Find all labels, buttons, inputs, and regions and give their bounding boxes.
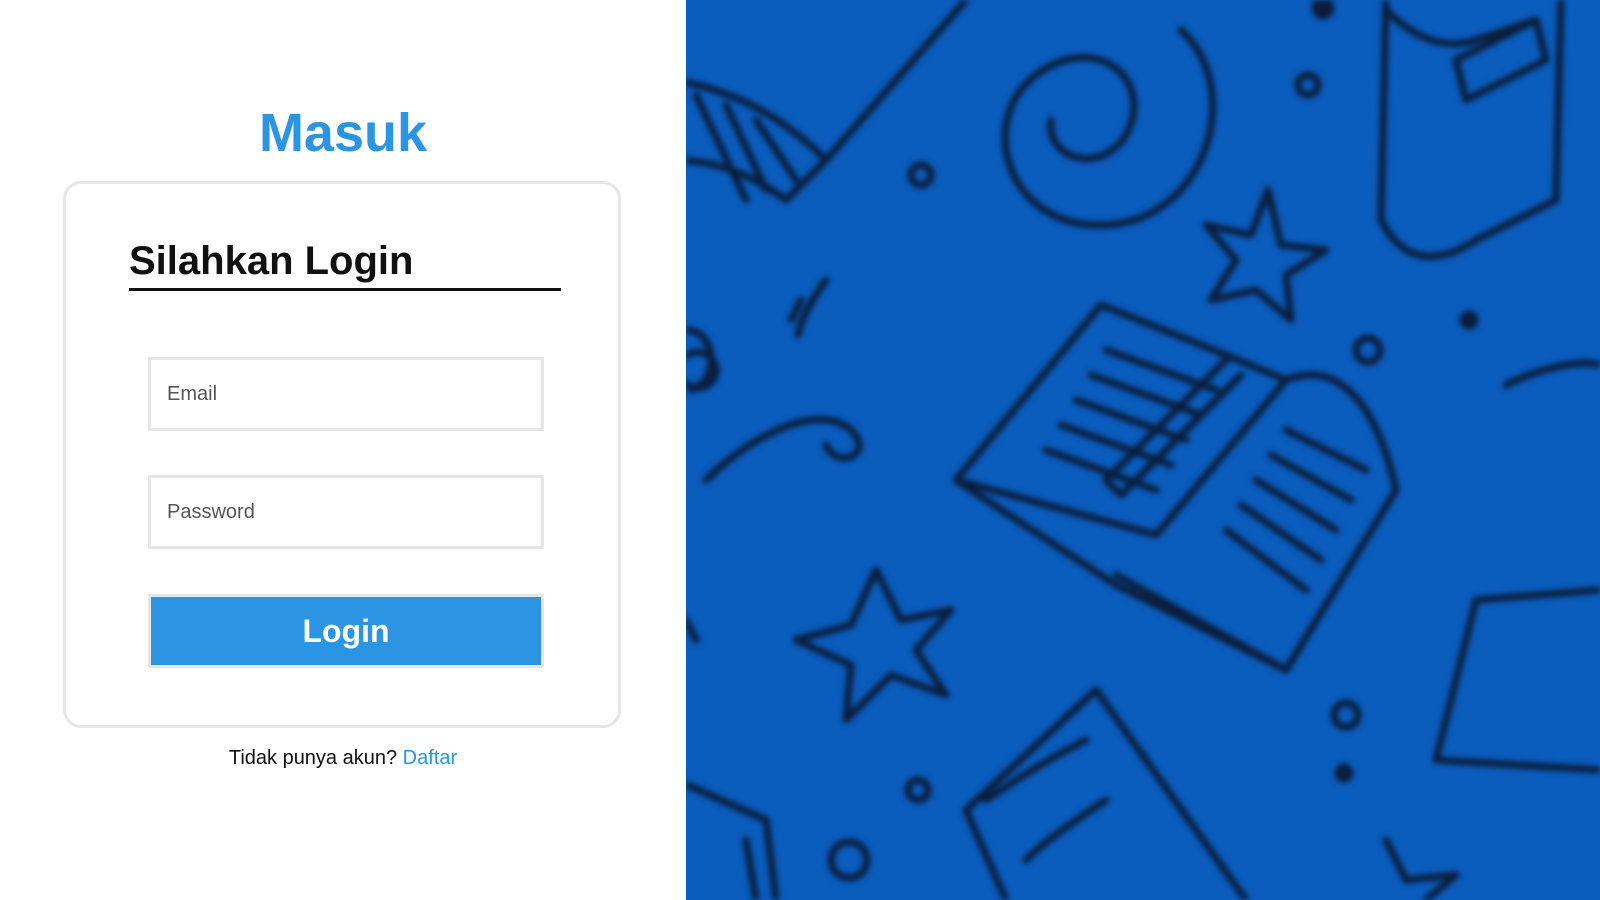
login-panel: Masuk Silahkan Login Login Tidak punya a… bbox=[0, 0, 686, 900]
page-title: Masuk bbox=[258, 103, 428, 163]
open-book-icon bbox=[686, 0, 970, 204]
background-illustration bbox=[686, 0, 1600, 900]
star-icon bbox=[792, 186, 1460, 900]
closed-book-icon bbox=[686, 780, 780, 900]
spiral-icon bbox=[686, 276, 863, 644]
doodle-pattern bbox=[686, 0, 1600, 900]
open-book-icon bbox=[952, 301, 1400, 674]
login-button[interactable]: Login bbox=[148, 594, 544, 668]
closed-book-icon bbox=[1377, 0, 1565, 260]
email-field[interactable] bbox=[148, 357, 544, 431]
login-page: Masuk Silahkan Login Login Tidak punya a… bbox=[0, 0, 1600, 900]
closed-book-icon bbox=[1432, 359, 1600, 774]
card-heading: Silahkan Login bbox=[129, 236, 561, 291]
password-field[interactable] bbox=[148, 475, 544, 549]
spiral-icon bbox=[1001, 26, 1217, 229]
signup-prompt: Tidak punya akun? bbox=[228, 747, 398, 769]
signup-row: Tidak punya akun? Daftar bbox=[0, 744, 686, 772]
login-card: Silahkan Login Login bbox=[63, 181, 621, 728]
closed-book-icon bbox=[962, 686, 1250, 900]
signup-link[interactable]: Daftar bbox=[403, 747, 457, 769]
